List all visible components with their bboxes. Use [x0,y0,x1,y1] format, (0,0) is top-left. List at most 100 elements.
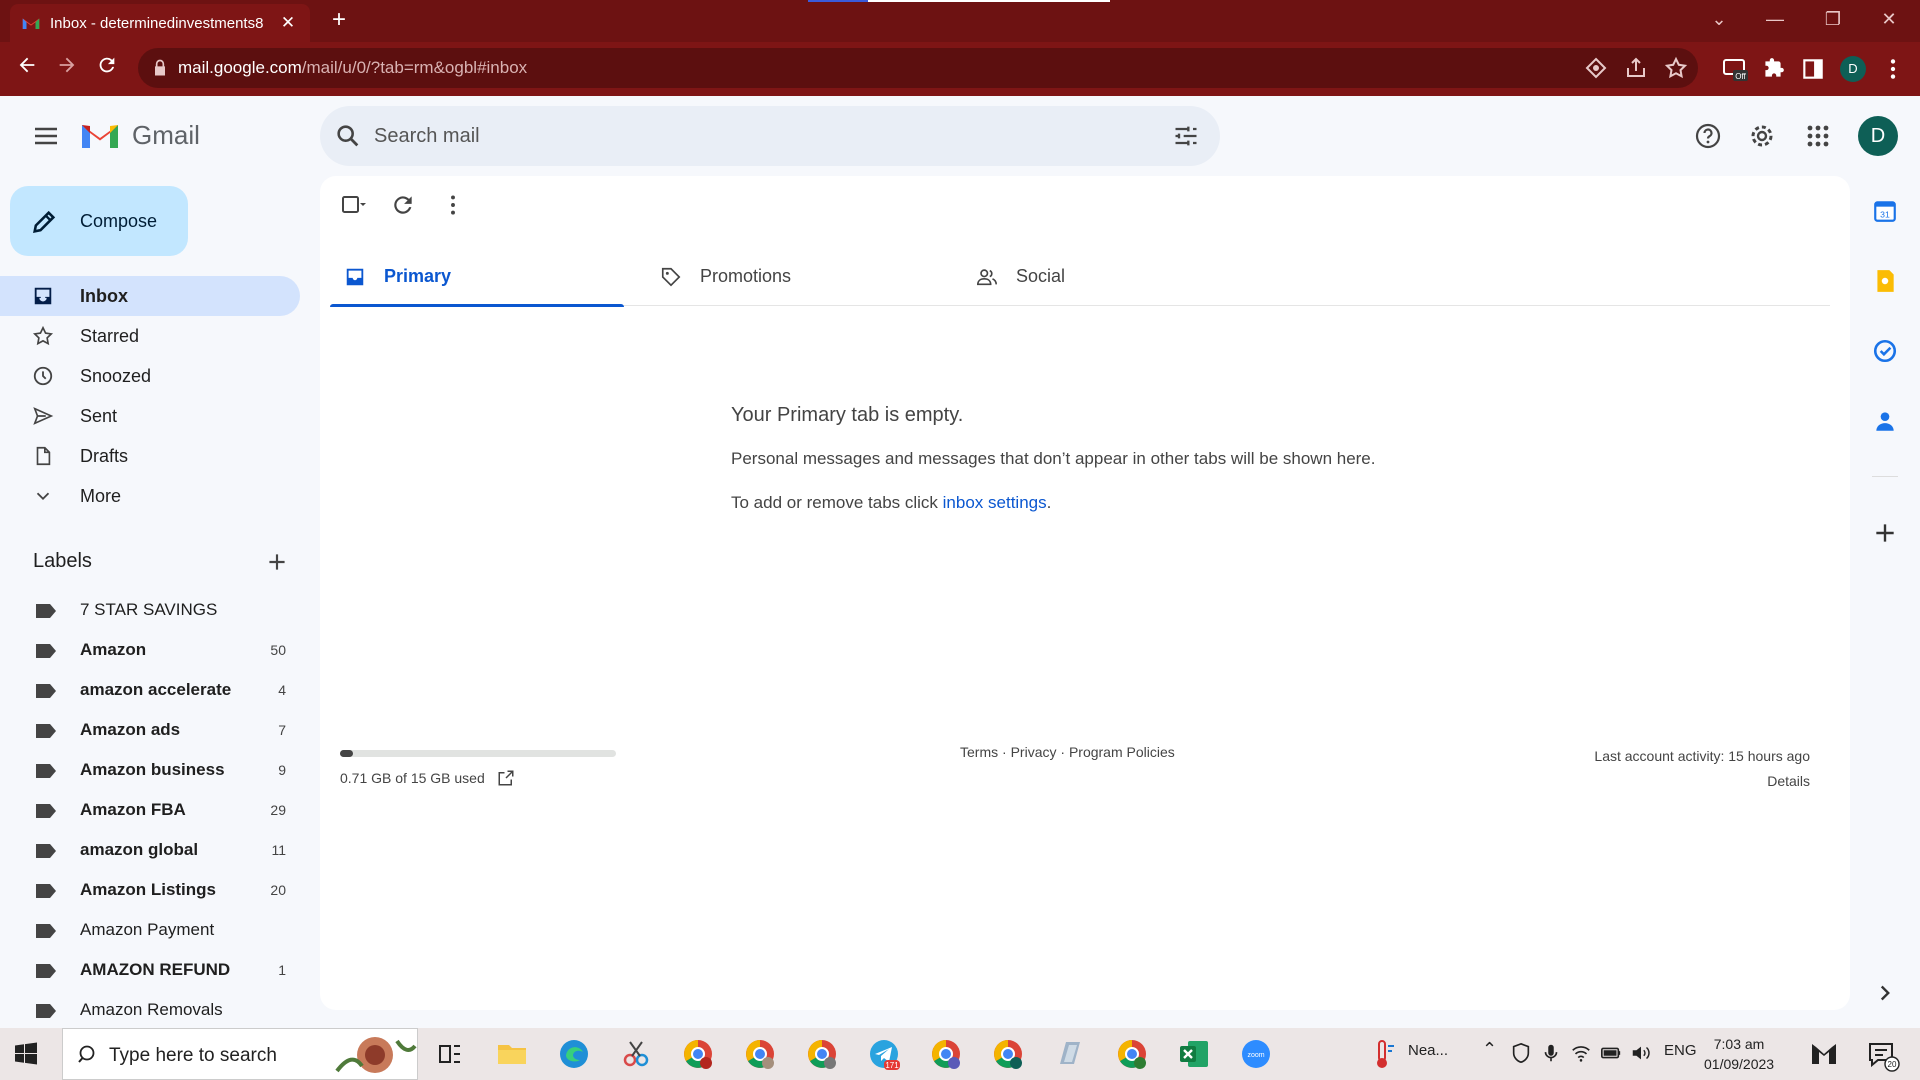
snipping-tool-icon[interactable] [618,1036,654,1072]
file-explorer-icon[interactable] [494,1036,530,1072]
label-item[interactable]: AMAZON REFUND 1 [0,950,300,990]
account-activity: Last account activity: 15 hours ago Deta… [1594,744,1810,794]
calendar-icon[interactable]: 31 [1872,198,1898,224]
last-activity-text: Last account activity: 15 hours ago [1594,748,1810,764]
chevron-right-icon[interactable] [1872,980,1898,1006]
battery-icon[interactable] [1600,1042,1622,1064]
weather-text[interactable]: Nea... [1408,1042,1448,1059]
search-input[interactable] [374,118,1154,154]
gmail-logo-icon[interactable] [80,120,120,150]
help-icon[interactable] [1688,116,1728,156]
main-menu-icon[interactable] [26,116,66,156]
nav-item-inbox[interactable]: Inbox [0,276,300,316]
telegram-icon[interactable]: 171 [866,1036,902,1072]
label-item[interactable]: Amazon 50 [0,630,300,670]
browser-tab-inbox[interactable]: Inbox - determinedinvestments8 ✕ [10,4,310,42]
label-item[interactable]: Amazon Payment [0,910,300,950]
windows-taskbar: Type here to search 171 zoom Nea... ⌃ EN… [0,1028,1920,1080]
side-panel-icon[interactable] [1800,56,1826,82]
close-tab-icon[interactable]: ✕ [278,13,298,33]
label-item[interactable]: amazon accelerate 4 [0,670,300,710]
google-apps-icon[interactable] [1798,116,1838,156]
nav-item-label: Drafts [80,446,129,466]
new-tab-button[interactable]: + [324,6,354,36]
browser-menu-icon[interactable] [1880,56,1906,82]
inbox-settings-link[interactable]: inbox settings [943,493,1047,512]
share-icon[interactable] [1624,56,1648,80]
label-name: amazon accelerate [80,680,232,699]
nav-item-snoozed[interactable]: Snoozed [0,356,300,396]
taskbar-search-box[interactable]: Type here to search [62,1028,418,1080]
browser-profile-avatar[interactable]: D [1840,56,1866,82]
terms-link[interactable]: Terms [960,744,998,760]
refresh-icon[interactable] [390,192,416,218]
search-options-icon[interactable] [1172,122,1200,150]
forward-button[interactable] [52,54,82,84]
close-window-button[interactable]: ✕ [1866,0,1912,38]
label-item[interactable]: amazon global 11 [0,830,300,870]
weather-thermometer-icon[interactable] [1364,1036,1400,1072]
address-bar[interactable]: mail.google.com/mail/u/0/?tab=rm&ogbl#in… [138,48,1698,88]
keep-icon[interactable] [1872,268,1898,294]
nav-item-sent[interactable]: Sent [0,396,300,436]
label-item[interactable]: Amazon business 9 [0,750,300,790]
label-item[interactable]: Amazon ads 7 [0,710,300,750]
get-addons-plus-icon[interactable] [1872,520,1898,546]
search-icon[interactable] [334,122,362,150]
excel-icon[interactable] [1176,1036,1212,1072]
privacy-link[interactable]: Privacy [1011,744,1057,760]
tab-primary[interactable]: Primary [330,246,624,307]
input-language[interactable]: ENG [1664,1042,1697,1059]
restore-button[interactable]: ❐ [1810,0,1856,38]
contacts-icon[interactable] [1872,408,1898,434]
security-shield-icon[interactable] [1510,1042,1532,1064]
chrome-profile-d-gray-icon[interactable] [804,1036,840,1072]
notifications-icon[interactable]: 20 [1864,1036,1900,1072]
windows-start-icon[interactable] [14,1042,38,1066]
nav-item-starred[interactable]: Starred [0,316,300,356]
footer-separator: · [1056,744,1069,760]
chrome-profile-b-icon[interactable] [1114,1036,1150,1072]
labels-heading: Labels [33,550,92,572]
account-avatar[interactable]: D [1858,116,1898,156]
zoom-icon[interactable]: zoom [1238,1036,1274,1072]
gmail-taskbar-icon[interactable] [1806,1036,1842,1072]
chrome-profile-d-green-icon[interactable] [990,1036,1026,1072]
label-item[interactable]: Amazon FBA 29 [0,790,300,830]
chrome-profile-d-icon[interactable] [680,1036,716,1072]
activity-details-link[interactable]: Details [1594,769,1810,794]
label-item[interactable]: 7 STAR SAVINGS [0,590,300,630]
cast-icon[interactable] [1584,56,1608,80]
edge-browser-icon[interactable] [556,1036,592,1072]
compose-button[interactable]: Compose [10,186,188,256]
label-item[interactable]: Amazon Listings 20 [0,870,300,910]
tab-social[interactable]: Social [962,246,1256,306]
back-button[interactable] [12,54,42,84]
nav-item-more[interactable]: More [0,476,300,516]
task-view-icon[interactable] [432,1036,468,1072]
add-label-icon[interactable] [264,549,290,575]
reload-button[interactable] [92,54,122,84]
extensions-puzzle-icon[interactable] [1760,56,1786,82]
show-hidden-icons-icon[interactable]: ⌃ [1482,1039,1497,1060]
microphone-icon[interactable] [1540,1042,1562,1064]
settings-gear-icon[interactable] [1742,116,1782,156]
notes-app-icon[interactable] [1052,1036,1088,1072]
tab-promotions[interactable]: Promotions [646,246,940,306]
more-options-icon[interactable] [440,192,466,218]
select-checkbox-icon[interactable] [340,192,366,218]
minimize-button[interactable]: — [1752,0,1798,38]
program-policies-link[interactable]: Program Policies [1069,744,1175,760]
volume-icon[interactable] [1630,1042,1652,1064]
wifi-icon[interactable] [1570,1042,1592,1064]
tasks-icon[interactable] [1872,338,1898,364]
open-in-new-icon[interactable] [497,769,515,787]
chrome-profile-l-icon[interactable] [928,1036,964,1072]
extension-off-icon[interactable]: Off [1722,56,1748,82]
chrome-profile-image-icon[interactable] [742,1036,778,1072]
bookmark-star-icon[interactable] [1664,56,1688,80]
tab-search-icon[interactable]: ⌄ [1696,0,1742,38]
label-item[interactable]: Amazon Removals [0,990,300,1030]
nav-item-drafts[interactable]: Drafts [0,436,300,476]
system-clock[interactable]: 7:03 am 01/09/2023 [1704,1034,1774,1074]
